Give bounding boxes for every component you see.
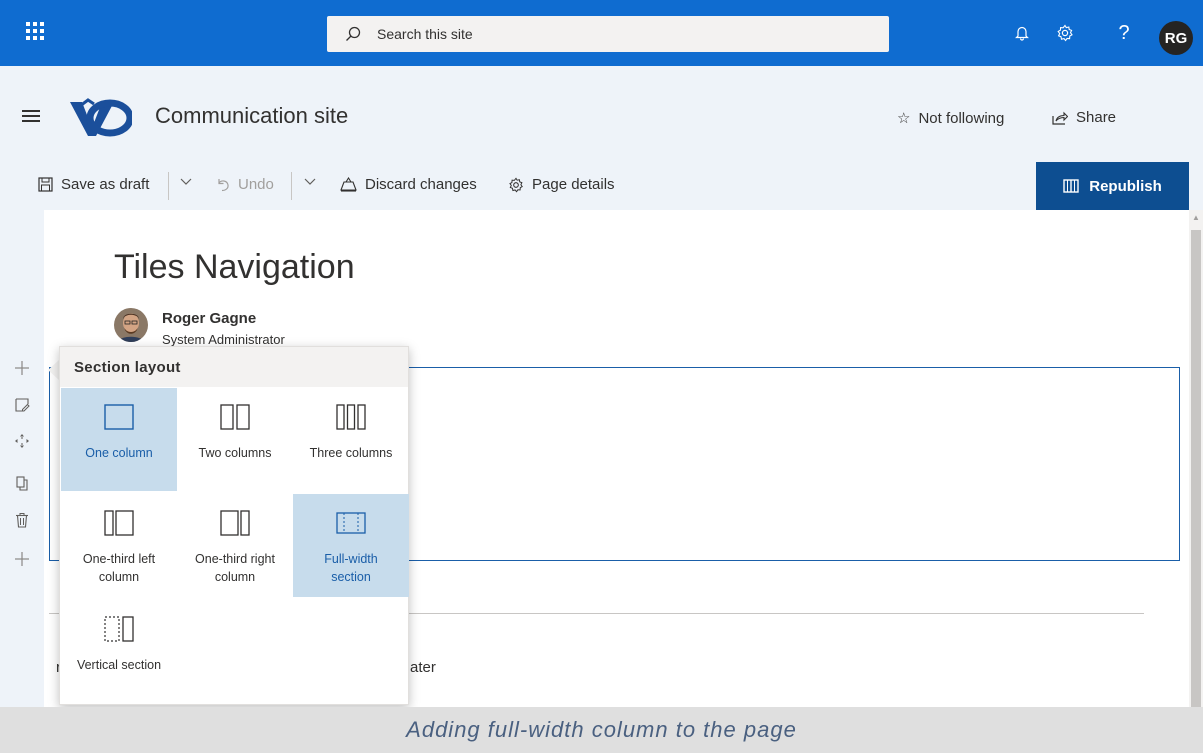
- site-title[interactable]: Communication site: [155, 103, 348, 129]
- user-avatar[interactable]: RG: [1159, 21, 1193, 55]
- share-button[interactable]: Share: [1052, 109, 1116, 126]
- undo-options-chevron-icon[interactable]: [304, 178, 316, 186]
- layout-option-label: Three columns: [309, 446, 393, 460]
- layout-option-label: One-third left column: [82, 552, 156, 584]
- hamburger-menu-icon[interactable]: [22, 110, 40, 122]
- book-icon: [1063, 179, 1079, 193]
- discard-changes-label: Discard changes: [365, 176, 477, 193]
- one-third-left-icon: [104, 510, 134, 536]
- figure-caption: Adding full-width column to the page: [406, 717, 797, 742]
- vertical-section-icon: [104, 616, 134, 642]
- share-label: Share: [1076, 109, 1117, 126]
- one-column-icon: [104, 404, 134, 430]
- layout-option-label: One column: [85, 446, 153, 460]
- command-bar: Save as draft Undo Discard changes Page …: [0, 162, 1203, 210]
- layout-option-three-columns[interactable]: Three columns: [293, 388, 409, 491]
- search-box[interactable]: Search this site: [327, 16, 889, 52]
- star-icon: ☆: [897, 110, 911, 127]
- page-details-button[interactable]: Page details: [508, 176, 615, 193]
- undo-label: Undo: [238, 176, 274, 193]
- search-placeholder: Search this site: [377, 26, 473, 42]
- undo-button[interactable]: Undo: [216, 176, 274, 193]
- republish-label: Republish: [1089, 177, 1162, 195]
- scroll-up-arrow-icon[interactable]: ▲: [1192, 213, 1200, 222]
- layout-option-vertical-section[interactable]: Vertical section: [61, 600, 177, 690]
- layout-option-label: One-third right column: [195, 552, 275, 584]
- caption-bar: Adding full-width column to the page: [0, 707, 1203, 753]
- page-details-gear-icon: [509, 176, 523, 192]
- app-launcher-icon[interactable]: [26, 22, 44, 40]
- share-icon: [1052, 111, 1068, 125]
- scrollbar-thumb[interactable]: [1191, 230, 1201, 707]
- layout-option-two-columns[interactable]: Two columns: [177, 388, 293, 491]
- layout-option-label: Full-width section: [324, 552, 378, 584]
- partial-text: ater: [410, 659, 436, 676]
- two-columns-icon: [220, 404, 250, 430]
- discard-changes-button[interactable]: Discard changes: [340, 176, 477, 193]
- layout-option-one-column[interactable]: One column: [61, 388, 177, 491]
- flyout-header: Section layout: [60, 347, 408, 387]
- separator: [168, 172, 169, 200]
- author-role: System Administrator: [162, 332, 285, 347]
- layout-option-label: Two columns: [198, 446, 272, 460]
- author-name[interactable]: Roger Gagne: [162, 310, 256, 327]
- page-details-label: Page details: [532, 176, 615, 193]
- page-title[interactable]: Tiles Navigation: [114, 248, 355, 287]
- suite-bar: Search this site ? RG: [0, 0, 1203, 66]
- separator: [291, 172, 292, 200]
- notifications-bell-icon[interactable]: [1009, 20, 1035, 46]
- flyout-pointer: [48, 360, 59, 380]
- help-icon[interactable]: ?: [1111, 20, 1137, 46]
- site-logo[interactable]: [66, 98, 134, 143]
- follow-label: Not following: [918, 109, 1005, 127]
- save-as-draft-label: Save as draft: [61, 176, 150, 193]
- search-icon: [346, 26, 361, 41]
- duplicate-section-icon[interactable]: [12, 473, 32, 493]
- save-options-chevron-icon[interactable]: [180, 178, 192, 186]
- layout-option-label: Vertical section: [76, 658, 162, 672]
- follow-button[interactable]: ☆ Not following: [897, 109, 1005, 128]
- settings-gear-icon[interactable]: [1052, 20, 1078, 46]
- three-columns-icon: [336, 404, 366, 430]
- move-section-icon[interactable]: [12, 431, 32, 451]
- one-third-right-icon: [220, 510, 250, 536]
- delete-section-icon[interactable]: [12, 510, 32, 530]
- section-layout-flyout: Section layout One column Two columns Th…: [59, 346, 409, 705]
- layout-option-full-width[interactable]: Full-width section: [293, 494, 409, 597]
- layout-option-one-third-left[interactable]: One-third left column: [61, 494, 177, 597]
- site-header: Communication site ☆ Not following Share: [0, 66, 1203, 162]
- add-section-below-icon[interactable]: [12, 549, 32, 569]
- republish-button[interactable]: Republish: [1036, 162, 1189, 210]
- undo-icon: [218, 178, 229, 191]
- edit-section-icon[interactable]: [12, 395, 32, 415]
- discard-icon: [340, 177, 357, 192]
- full-width-icon: [336, 512, 366, 534]
- flyout-title: Section layout: [74, 359, 181, 376]
- save-as-draft-button[interactable]: Save as draft: [38, 176, 149, 193]
- author-avatar: [114, 308, 148, 342]
- layout-option-one-third-right[interactable]: One-third right column: [177, 494, 293, 597]
- save-icon: [38, 177, 53, 192]
- add-section-above-icon[interactable]: [12, 358, 32, 378]
